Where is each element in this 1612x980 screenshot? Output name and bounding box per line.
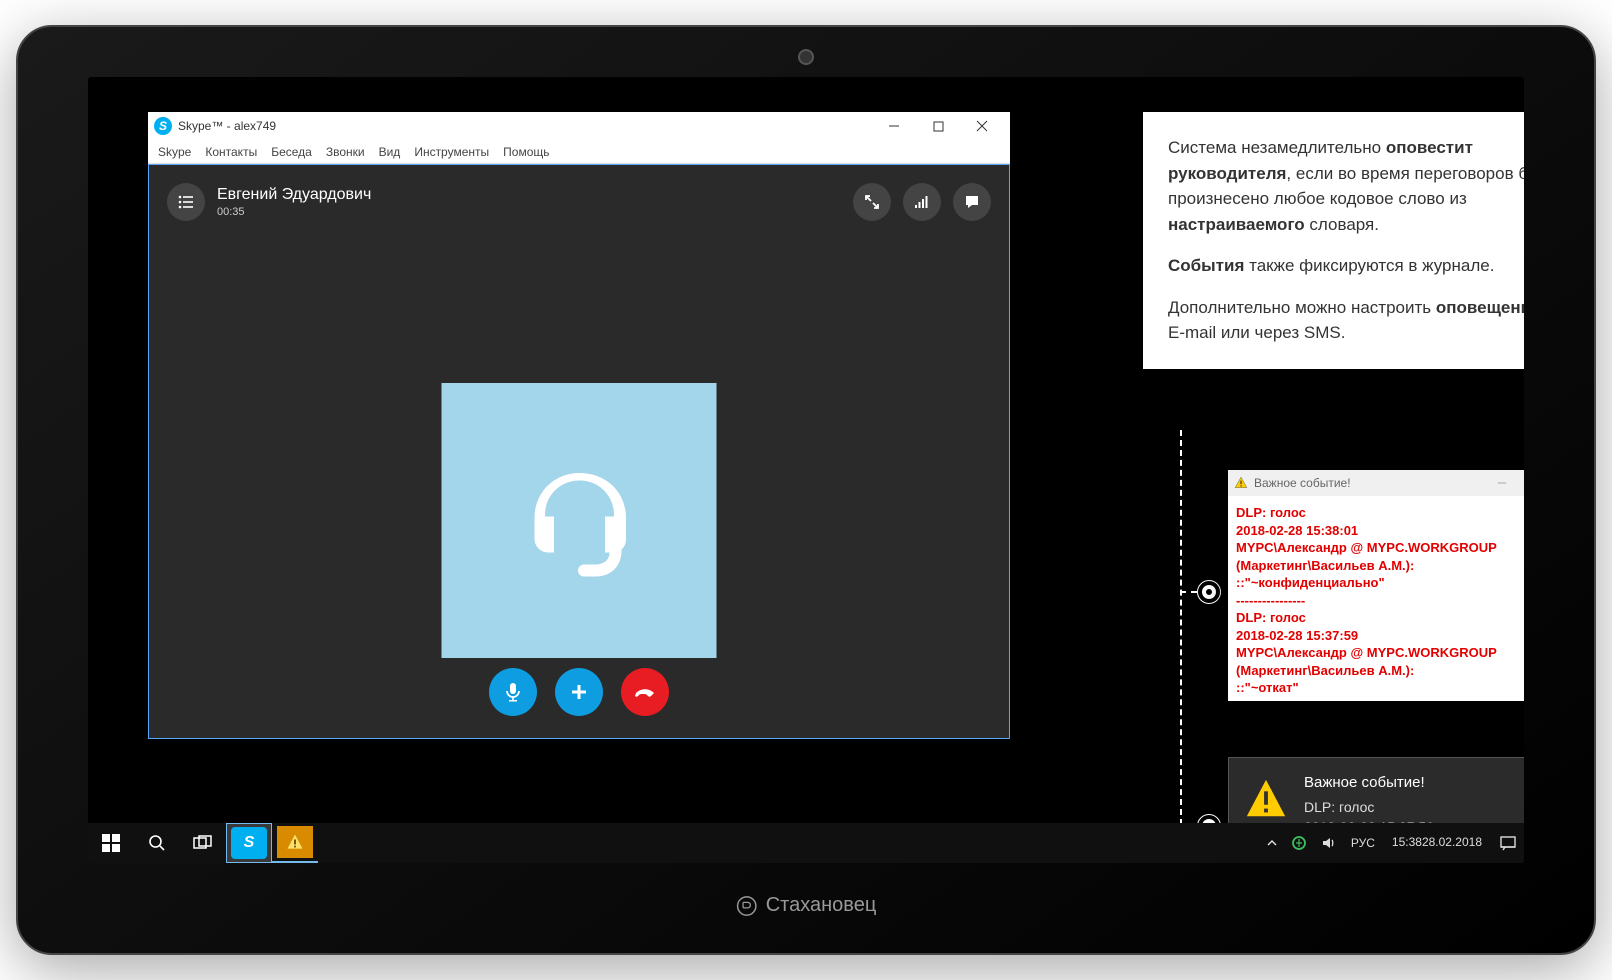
menu-contacts[interactable]: Контакты <box>205 145 257 159</box>
menu-calls[interactable]: Звонки <box>326 145 365 159</box>
title-bar[interactable]: Skype™ - alex749 <box>148 112 1010 140</box>
warning-icon <box>1243 776 1289 822</box>
event-entry: DLP: голос 2018-02-28 15:38:01 MYPC\Алек… <box>1236 504 1524 592</box>
info-paragraph-1: Система незамедлительно оповестит руково… <box>1168 135 1524 237</box>
screen: Skype™ - alex749 Skype Контакты Беседа <box>88 77 1524 863</box>
taskbar-app-skype[interactable] <box>226 823 272 863</box>
title-bar[interactable]: Важное событие! <box>1228 470 1524 496</box>
taskbar-app-alert[interactable] <box>272 823 318 863</box>
event-log-body[interactable]: DLP: голос 2018-02-28 15:38:01 MYPC\Алек… <box>1228 496 1524 701</box>
tablet-frame: Skype™ - alex749 Skype Контакты Беседа <box>16 25 1596 955</box>
skype-icon <box>231 827 267 859</box>
event-entry: DLP: голос 2018-02-28 15:37:59 MYPC\Алек… <box>1236 609 1524 697</box>
maximize-button[interactable] <box>916 112 960 140</box>
tray-app-icon[interactable] <box>1284 823 1314 863</box>
fullscreen-button[interactable] <box>853 183 891 221</box>
skype-window: Skype™ - alex749 Skype Контакты Беседа <box>148 112 1010 739</box>
task-view-button[interactable] <box>180 823 226 863</box>
contact-name: Евгений Эдуардович <box>217 186 371 204</box>
menu-view[interactable]: Вид <box>379 145 401 159</box>
menu-help[interactable]: Помощь <box>503 145 549 159</box>
tablet-camera <box>798 49 814 65</box>
menu-bar: Skype Контакты Беседа Звонки Вид Инструм… <box>148 140 1010 164</box>
window-title: Важное событие! <box>1254 476 1484 490</box>
minimize-button[interactable] <box>1484 469 1520 497</box>
signal-button[interactable] <box>903 183 941 221</box>
info-paragraph-2: События также фиксируются в журнале. <box>1168 253 1524 279</box>
info-paragraph-3: Дополнительно можно настроить оповещения… <box>1168 295 1524 346</box>
info-panel: Система незамедлительно оповестит руково… <box>1143 112 1524 369</box>
connector-dot <box>1202 585 1216 599</box>
close-button[interactable] <box>960 112 1004 140</box>
start-button[interactable] <box>88 823 134 863</box>
maximize-button[interactable] <box>1520 469 1524 497</box>
separator: ---------------- <box>1236 592 1524 610</box>
connector-line <box>1180 430 1182 825</box>
mute-button[interactable] <box>489 668 537 716</box>
menu-tools[interactable]: Инструменты <box>414 145 489 159</box>
tablet-brand: Стахановец <box>736 894 877 917</box>
tray-chevron-up[interactable] <box>1260 823 1284 863</box>
menu-skype[interactable]: Skype <box>158 145 191 159</box>
chat-button[interactable] <box>953 183 991 221</box>
window-title: Skype™ - alex749 <box>178 119 872 133</box>
end-call-button[interactable] <box>621 668 669 716</box>
tray-action-center-icon[interactable] <box>1492 823 1524 863</box>
list-button[interactable] <box>167 183 205 221</box>
warning-icon <box>1234 476 1248 490</box>
taskbar: РУС 15:38 28.02.2018 <box>88 823 1524 863</box>
add-participant-button[interactable] <box>555 668 603 716</box>
menu-conversation[interactable]: Беседа <box>271 145 312 159</box>
tray-clock[interactable]: 15:38 28.02.2018 <box>1382 823 1492 863</box>
tray-language[interactable]: РУС <box>1344 823 1382 863</box>
search-button[interactable] <box>134 823 180 863</box>
headset-icon <box>504 446 654 596</box>
skype-icon <box>154 117 172 135</box>
event-log-window: Важное событие! DLP: голос 2018-02 <box>1228 470 1524 701</box>
contact-avatar <box>442 383 717 658</box>
tray-volume-icon[interactable] <box>1314 823 1344 863</box>
toast-line: DLP: голос <box>1304 797 1443 817</box>
toast-title: Важное событие! <box>1304 772 1443 794</box>
call-timer: 00:35 <box>217 206 371 218</box>
minimize-button[interactable] <box>872 112 916 140</box>
warning-icon <box>277 826 313 858</box>
call-area: Евгений Эдуардович 00:35 <box>148 164 1010 739</box>
